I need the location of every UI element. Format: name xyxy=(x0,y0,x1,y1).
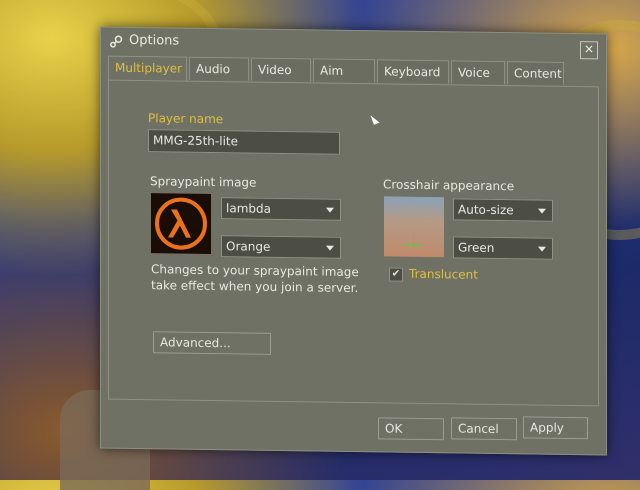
spraypaint-preview xyxy=(151,193,211,255)
ok-button[interactable]: OK xyxy=(378,417,444,441)
tab-video[interactable]: Video xyxy=(251,57,311,82)
translucent-checkbox[interactable]: ✔ xyxy=(389,267,403,282)
chevron-down-icon xyxy=(326,245,334,251)
steam-logo-icon xyxy=(110,35,123,48)
crosshair-size-select[interactable]: Auto-size xyxy=(453,198,553,222)
tab-content[interactable]: Content xyxy=(507,61,564,85)
lambda-logo-icon xyxy=(155,197,207,250)
spraypaint-note-line2: take effect when you join a server. xyxy=(151,278,359,296)
crosshair-preview xyxy=(384,196,444,258)
crosshair-mark xyxy=(404,243,422,245)
tab-keyboard[interactable]: Keyboard xyxy=(377,59,449,84)
crosshair-label: Crosshair appearance xyxy=(383,177,515,194)
window-title: Options xyxy=(129,32,180,49)
tab-audio[interactable]: Audio xyxy=(189,56,249,81)
crosshair-color-select[interactable]: Green xyxy=(453,236,553,260)
spraypaint-image-select[interactable]: lambda xyxy=(221,197,341,221)
chevron-down-icon xyxy=(326,207,334,213)
chevron-down-icon xyxy=(538,208,546,214)
tab-aim[interactable]: Aim xyxy=(313,58,375,83)
player-name-input[interactable]: MMG-25th-lite xyxy=(148,129,340,155)
apply-button[interactable]: Apply xyxy=(523,416,588,440)
advanced-button[interactable]: Advanced... xyxy=(153,331,271,355)
tab-multiplayer[interactable]: Multiplayer xyxy=(108,55,187,82)
close-button[interactable]: ✕ xyxy=(580,41,598,60)
spraypaint-label: Spraypaint image xyxy=(150,174,257,190)
multiplayer-panel: Player name MMG-25th-lite Spraypaint ima… xyxy=(108,79,599,407)
chevron-down-icon xyxy=(538,246,546,252)
tab-voice[interactable]: Voice xyxy=(451,60,505,85)
spraypaint-color-select[interactable]: Orange xyxy=(221,235,341,259)
spraypaint-note-line1: Changes to your spraypaint image xyxy=(151,262,359,280)
options-dialog: Options ✕ Multiplayer Audio Video Aim Ke… xyxy=(100,26,607,456)
close-icon: ✕ xyxy=(583,42,595,57)
player-name-label: Player name xyxy=(148,111,224,127)
cancel-button[interactable]: Cancel xyxy=(451,417,517,441)
translucent-label: Translucent xyxy=(409,266,478,282)
